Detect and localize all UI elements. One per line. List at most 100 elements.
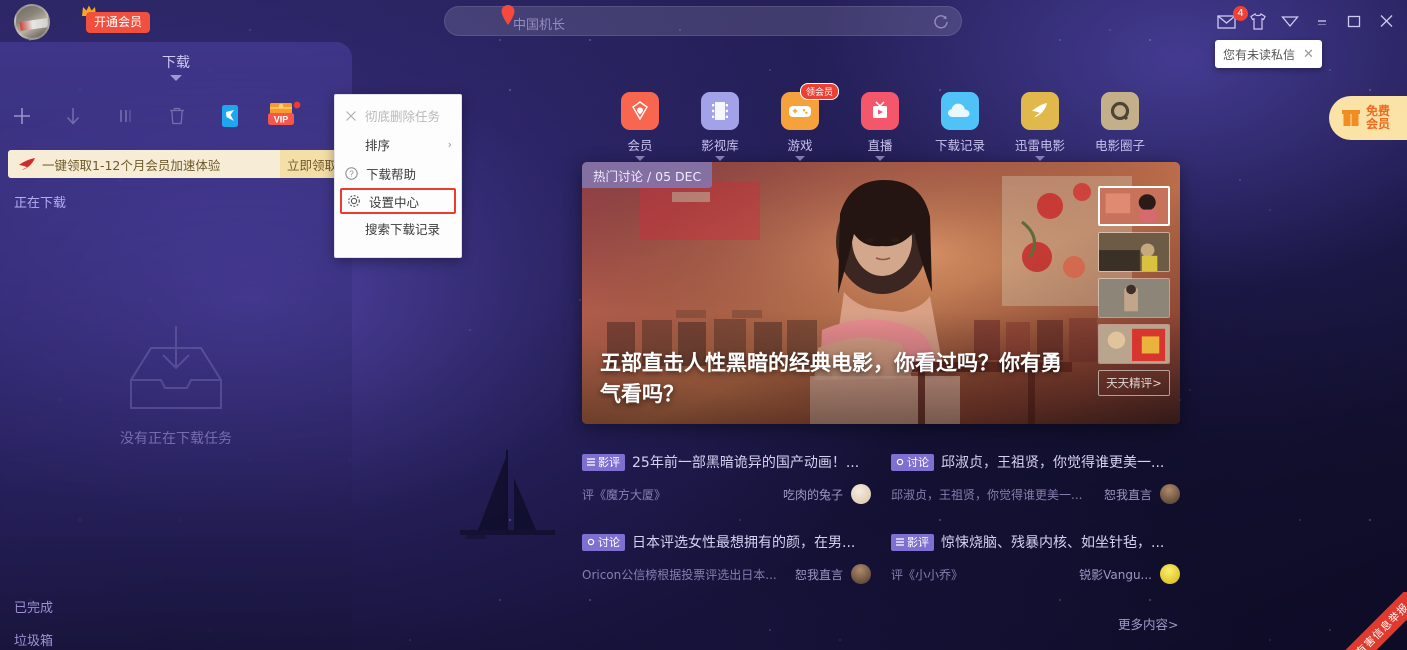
maximize-button[interactable] — [1339, 8, 1369, 34]
menu-item-download-help[interactable]: ? 下载帮助 — [335, 159, 461, 188]
avatar[interactable] — [14, 4, 50, 40]
nav-item-vip[interactable]: 会员 — [600, 92, 680, 164]
chevron-down-icon[interactable] — [875, 156, 885, 161]
avatar[interactable] — [1160, 564, 1180, 584]
menu-item-settings-center[interactable]: 设置中心 — [340, 188, 456, 214]
avatar[interactable] — [1160, 484, 1180, 504]
start-all-button[interactable] — [53, 96, 93, 136]
svg-text:?: ? — [349, 170, 354, 179]
empty-download-state: 没有正在下载任务 — [0, 322, 352, 448]
report-ribbon[interactable]: 有害信息举报 — [1335, 592, 1407, 650]
free-vip-button[interactable]: 免费 会员 — [1329, 96, 1407, 140]
chevron-down-icon[interactable] — [635, 156, 645, 161]
vip-promo-banner[interactable]: 一键领取1-12个月会员加速体验 立即领取 — [8, 150, 344, 178]
xunlei-window: 开通会员 中国机长 4 — [0, 0, 1407, 650]
download-tab-caret-icon[interactable] — [170, 75, 182, 81]
nav-item-live[interactable]: 直播 — [840, 92, 920, 164]
nav-item-media-library[interactable]: 影视库 — [680, 92, 760, 164]
article-header: 影评 25年前一部黑暗诡异的国产动画！... — [582, 452, 871, 472]
sidebar-item-completed[interactable]: 已完成 — [14, 597, 53, 616]
list-item[interactable]: 讨论 日本评选女性最想拥有的颜，在男... Oricon公信榜根据投票评选出日本… — [582, 532, 871, 584]
article-author: 吃肉的兔子 — [783, 486, 843, 503]
hero-more-button[interactable]: 天天精评> — [1098, 370, 1170, 396]
thumb-3[interactable] — [1098, 278, 1170, 318]
tooltip-close-icon[interactable]: ✕ — [1303, 47, 1314, 62]
article-tag-label: 影评 — [907, 534, 929, 550]
minimize-button[interactable] — [1307, 8, 1337, 34]
menu-item-sort[interactable]: 排序 › — [335, 130, 461, 159]
article-header: 影评 惊悚烧脑、残暴内核、如坐针毡，... — [891, 532, 1180, 552]
chevron-down-icon[interactable] — [1035, 156, 1045, 161]
vip-accelerate-button[interactable]: VIP — [263, 96, 303, 136]
nav-item-xunlei-movie[interactable]: 迅雷电影 — [1000, 92, 1080, 164]
menu-item-delete-task-permanently[interactable]: 彻底删除任务 — [335, 101, 461, 130]
download-tab-label[interactable]: 下载 — [0, 52, 352, 72]
list-icon — [587, 458, 595, 466]
article-tag-label: 影评 — [598, 454, 620, 470]
chevron-down-icon — [1281, 14, 1299, 28]
nav-item-download-records[interactable]: 下载记录 — [920, 92, 1000, 164]
article-header: 讨论 邱淑贞，王祖贤，你觉得谁更美一... — [891, 452, 1180, 472]
article-desc: 评《魔方大厦》 — [582, 486, 775, 503]
gear-icon — [347, 194, 361, 208]
sidebar-item-trash[interactable]: 垃圾箱 — [14, 630, 53, 649]
tooltip-text: 您有未读私信 — [1223, 46, 1295, 63]
swallow-icon — [18, 157, 36, 171]
pause-all-button[interactable] — [105, 96, 145, 136]
article-author: 恕我直言 — [795, 566, 843, 583]
list-item[interactable]: 影评 25年前一部黑暗诡异的国产动画！... 评《魔方大厦》 吃肉的兔子 — [582, 452, 871, 504]
plus-icon — [11, 105, 33, 127]
menu-item-label: 下载帮助 — [366, 164, 416, 183]
article-title: 邱淑贞，王祖贤，你觉得谁更美一... — [941, 452, 1180, 472]
chevron-down-icon[interactable] — [795, 156, 805, 161]
title-bar: 开通会员 中国机长 4 — [0, 0, 1407, 42]
chevron-down-icon[interactable] — [715, 156, 725, 161]
refresh-icon[interactable] — [933, 14, 949, 30]
nav-item-games[interactable]: 领会员 游戏 — [760, 92, 840, 164]
sidebar-item-downloading[interactable]: 正在下载 — [14, 192, 66, 211]
svg-text:VIP: VIP — [274, 115, 289, 125]
gift-icon — [1340, 107, 1362, 129]
nav-tag-badge: 领会员 — [800, 83, 839, 100]
thumb-2[interactable] — [1098, 232, 1170, 272]
search-input[interactable]: 中国机长 — [444, 6, 962, 36]
article-tag: 讨论 — [891, 454, 934, 471]
nav-label: 影视库 — [680, 135, 760, 154]
list-item[interactable]: 讨论 邱淑贞，王祖贤，你觉得谁更美一... 邱淑贞，王祖贤，你觉得谁更美一...… — [891, 452, 1180, 504]
question-icon: ? — [345, 167, 358, 180]
mobile-transfer-button[interactable] — [210, 96, 250, 136]
article-author: 锐影Vangu... — [1079, 566, 1152, 583]
article-tag: 影评 — [582, 454, 625, 471]
download-context-menu: 彻底删除任务 排序 › ? 下载帮助 设置中心 搜索下载记录 — [334, 94, 462, 258]
close-button[interactable] — [1371, 8, 1401, 34]
thumb-4[interactable] — [1098, 324, 1170, 364]
more-content-link[interactable]: 更多内容> — [1118, 614, 1178, 633]
menu-item-search-download-records[interactable]: 搜索下载记录 — [335, 214, 461, 243]
nav-label: 下载记录 — [920, 135, 1000, 154]
avatar[interactable] — [851, 484, 871, 504]
open-vip-button[interactable]: 开通会员 — [86, 12, 150, 33]
report-ribbon-area: 有害信息举报 — [1329, 592, 1407, 650]
empty-download-text: 没有正在下载任务 — [0, 428, 352, 448]
thumb-1[interactable] — [1098, 186, 1170, 226]
article-desc: 邱淑贞，王祖贤，你觉得谁更美一... — [891, 486, 1096, 503]
delete-button[interactable] — [157, 96, 197, 136]
main-menu-button[interactable] — [1275, 8, 1305, 34]
new-task-button[interactable] — [2, 96, 42, 136]
dot-icon — [896, 458, 904, 466]
article-list: 影评 25年前一部黑暗诡异的国产动画！... 评《魔方大厦》 吃肉的兔子 讨论 … — [582, 452, 1180, 612]
nav-label: 迅雷电影 — [1000, 135, 1080, 154]
trash-icon — [168, 106, 186, 126]
avatar[interactable] — [851, 564, 871, 584]
article-title: 25年前一部黑暗诡异的国产动画！... — [632, 452, 871, 472]
hero-thumbnail-strip: 天天精评> — [1098, 186, 1170, 396]
diamond-icon — [621, 92, 659, 130]
close-icon — [345, 110, 357, 122]
list-item[interactable]: 影评 惊悚烧脑、残暴内核、如坐针毡，... 评《小小乔》 锐影Vangu... — [891, 532, 1180, 584]
article-row: 影评 25年前一部黑暗诡异的国产动画！... 评《魔方大厦》 吃肉的兔子 讨论 … — [582, 452, 1180, 504]
hero-banner[interactable]: 热门讨论 / 05 DEC 五部直击人性黑暗的经典电影，你看过吗？你有勇气看吗？… — [582, 162, 1180, 424]
nav-item-movie-circle[interactable]: 电影圈子 — [1080, 92, 1160, 164]
article-meta: 评《魔方大厦》 吃肉的兔子 — [582, 484, 871, 504]
list-icon — [896, 538, 904, 546]
hero-title: 五部直击人性黑暗的经典电影，你看过吗？你有勇气看吗？ — [600, 348, 1080, 410]
